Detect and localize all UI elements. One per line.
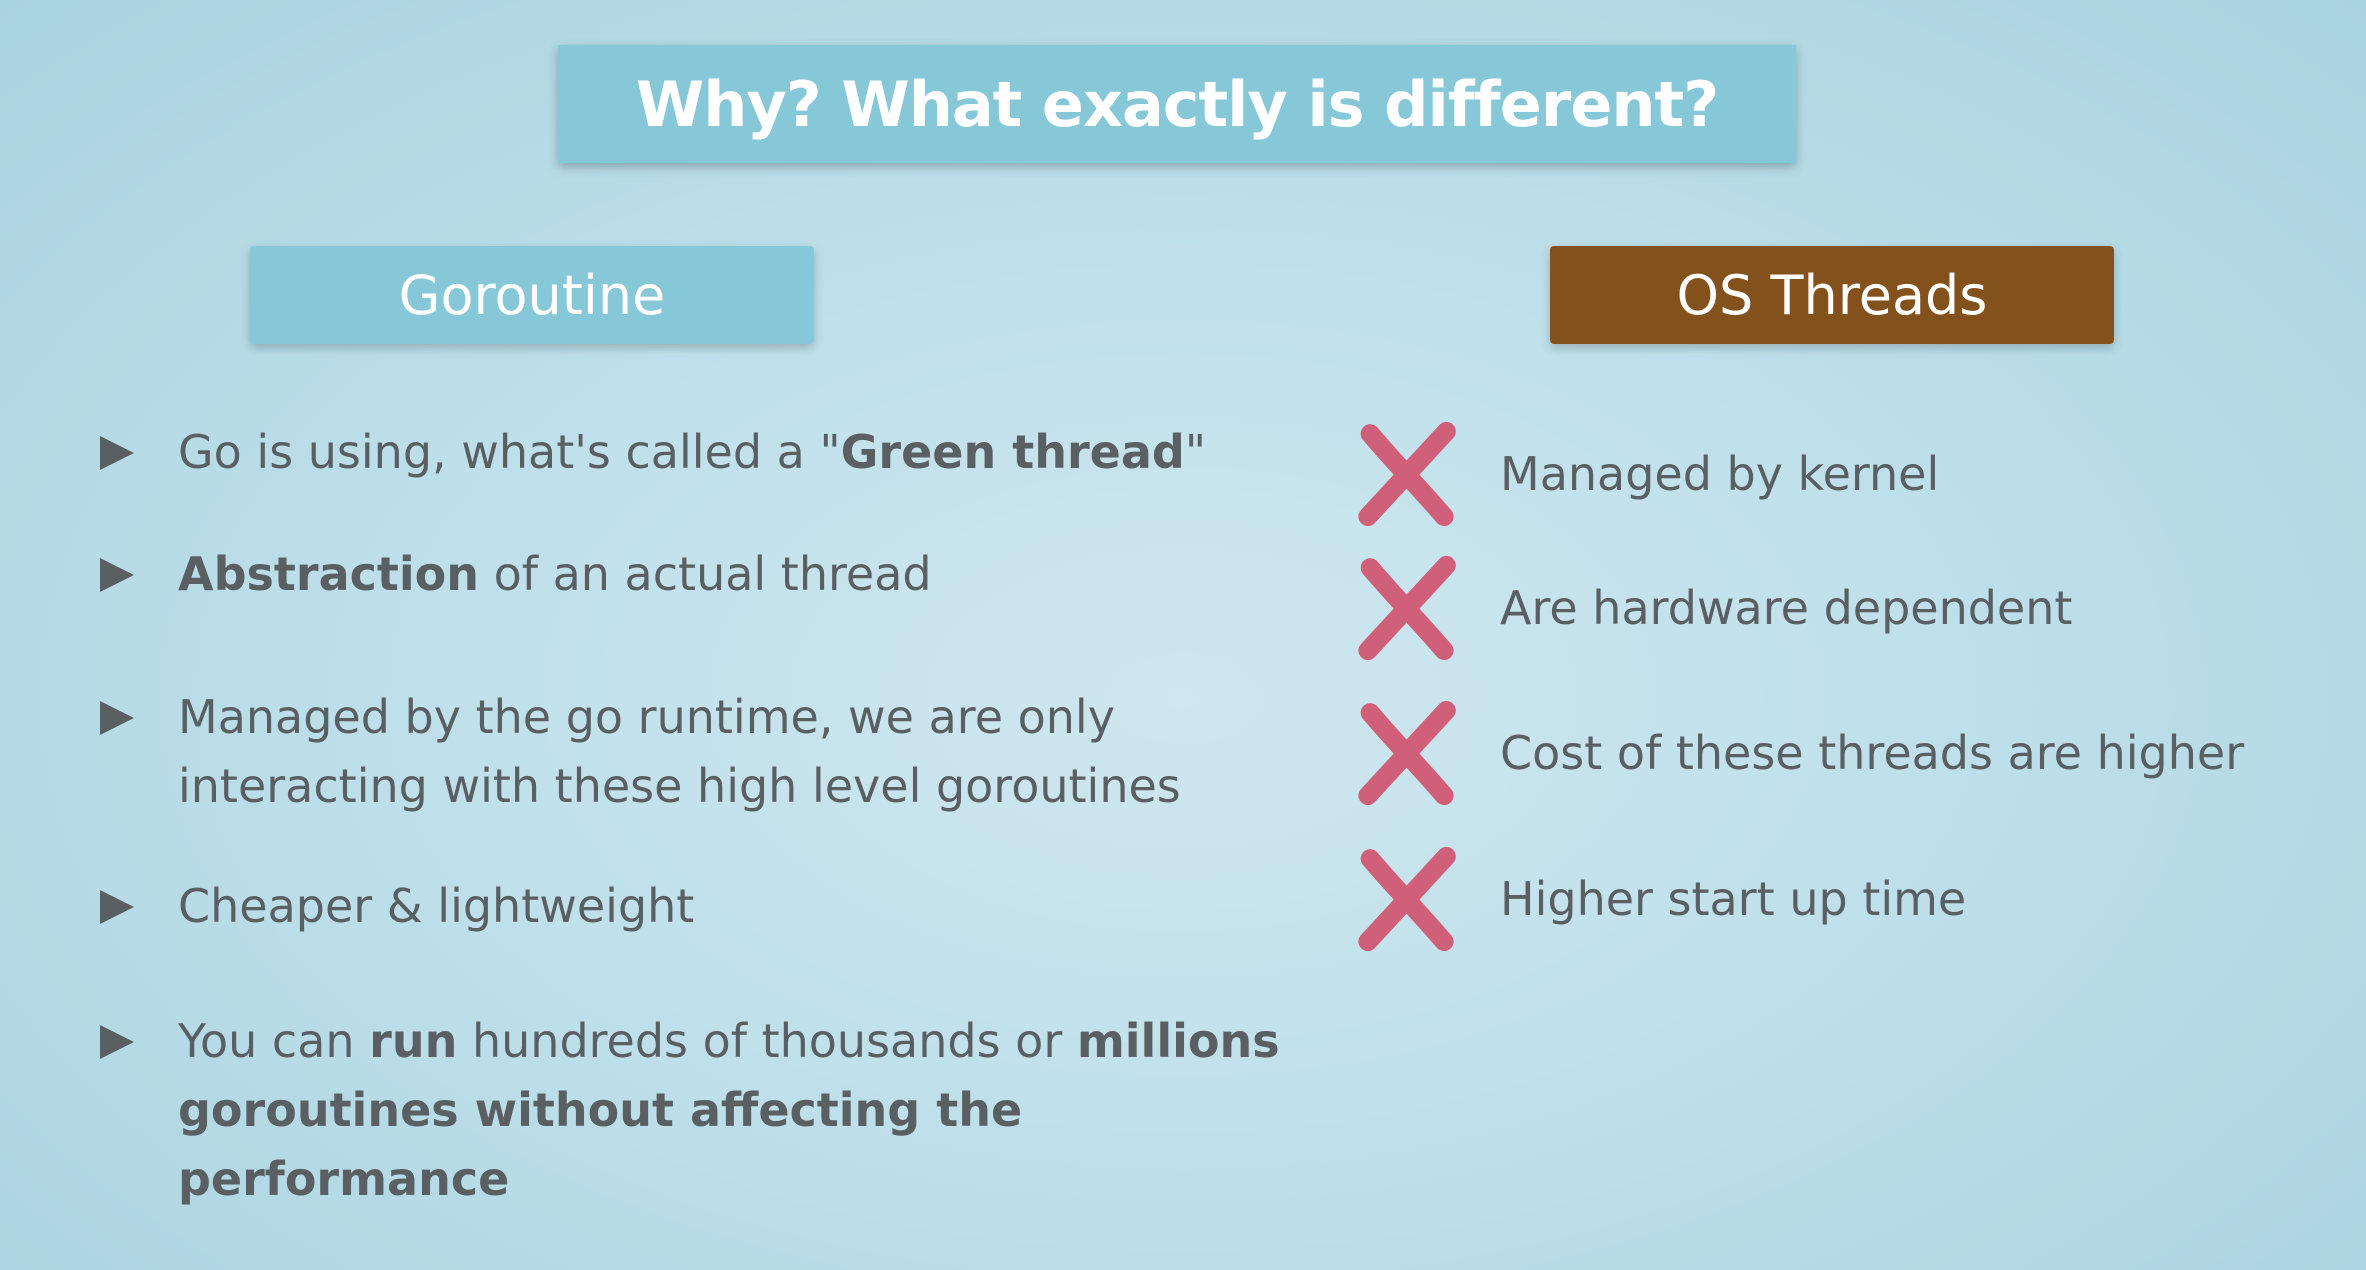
os-item-text: Managed by kernel <box>1500 447 1940 501</box>
goroutine-bullet-green-thread: Go is using, what's called a "Green thre… <box>100 418 1300 487</box>
bullet-text: You can run hundreds of thousands or mil… <box>178 1014 1280 1206</box>
bullet-text: Managed by the go runtime, we are only in… <box>178 690 1181 813</box>
goroutine-header: Goroutine <box>250 246 814 344</box>
goroutine-bullet-cheaper: Cheaper & lightweight <box>100 872 1300 941</box>
os-item-managed-kernel: Managed by kernel <box>1350 418 1939 530</box>
bullet-arrow-icon <box>100 701 134 735</box>
bullet-arrow-icon <box>100 558 134 592</box>
os-threads-header: OS Threads <box>1550 246 2114 344</box>
bullet-arrow-icon <box>100 890 134 924</box>
goroutine-bullet-millions: You can run hundreds of thousands or mil… <box>100 1007 1300 1214</box>
bullet-arrow-icon <box>100 436 134 470</box>
os-item-text: Higher start up time <box>1500 872 1967 926</box>
os-item-cost-higher: Cost of these threads are higher <box>1350 697 2244 809</box>
bullet-text: Go is using, what's called a "Green thre… <box>178 425 1207 479</box>
x-mark-icon <box>1358 846 1456 952</box>
bullet-text: Cheaper & lightweight <box>178 879 695 933</box>
goroutine-bullet-abstraction: Abstraction of an actual thread <box>100 540 1300 609</box>
os-item-hardware-dependent: Are hardware dependent <box>1350 552 2072 664</box>
os-item-text: Cost of these threads are higher <box>1500 726 2245 780</box>
x-mark-icon <box>1358 421 1456 527</box>
x-mark-icon <box>1358 555 1456 661</box>
x-mark-icon <box>1358 700 1456 806</box>
os-item-startup-time: Higher start up time <box>1350 843 1966 955</box>
slide-title: Why? What exactly is different? <box>558 45 1796 163</box>
bullet-arrow-icon <box>100 1025 134 1059</box>
bullet-text: Abstraction of an actual thread <box>178 547 932 601</box>
goroutine-bullet-managed-runtime: Managed by the go runtime, we are only in… <box>100 683 1300 821</box>
os-item-text: Are hardware dependent <box>1500 581 2073 635</box>
